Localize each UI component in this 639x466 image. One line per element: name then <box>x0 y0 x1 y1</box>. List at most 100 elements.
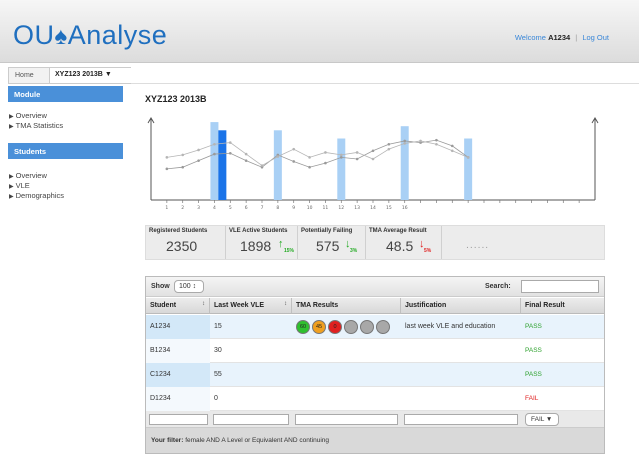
series-point <box>197 159 200 162</box>
justification-filter-input[interactable] <box>404 414 518 425</box>
sidebar-item-module-overview[interactable]: ▶ Overview <box>9 111 47 120</box>
justification <box>401 363 521 387</box>
series-point <box>355 157 359 161</box>
justification <box>401 339 521 363</box>
series-point <box>165 156 169 159</box>
final-result: PASS <box>525 323 542 330</box>
series-point <box>450 144 454 148</box>
sort-icon: ↕ <box>284 301 287 307</box>
tma-result-circle[interactable] <box>376 320 390 334</box>
logo-text-analyse: Analyse <box>67 20 168 50</box>
student-id: D1234 <box>146 387 210 411</box>
table-row[interactable]: B1234 30 PASS <box>146 339 604 363</box>
course-selector-label: XYZ123 2013B <box>55 71 103 78</box>
series-point <box>165 167 169 171</box>
course-selector[interactable]: XYZ123 2013B ▼ <box>49 68 132 83</box>
stat-value: 1898 <box>240 238 272 254</box>
series-point <box>435 138 438 142</box>
stat-label: VLE Active Students <box>229 228 288 234</box>
stat-value: 48.5 <box>386 238 414 254</box>
x-tick-label: 1 <box>165 205 168 211</box>
series-point <box>244 159 248 162</box>
ou-analyse-logo[interactable]: OU♠Analyse <box>13 20 167 51</box>
logout-link[interactable]: Log Out <box>582 33 609 42</box>
last-week-vle: 30 <box>214 347 222 354</box>
series-point <box>292 147 296 151</box>
more-stats[interactable]: ...... <box>466 241 489 251</box>
bar <box>210 122 219 200</box>
welcome-text: Welcome <box>514 33 546 42</box>
x-tick-label: 10 <box>307 205 313 211</box>
sidebar-item-tma-statistics[interactable]: ▶ TMA Statistics <box>9 121 63 130</box>
column-header-tma-results[interactable]: TMA Results <box>292 298 401 314</box>
series-point <box>324 151 327 154</box>
triangle-right-icon: ▶ <box>9 194 14 200</box>
series-point <box>181 165 185 169</box>
x-tick-label: 5 <box>229 205 232 211</box>
people-logo-icon: ♠ <box>54 23 68 50</box>
table-row[interactable]: A1234 15 60 45 0 last week VLE and educati… <box>146 315 604 339</box>
filter-row: FAIL ▼ <box>146 411 604 428</box>
last-week-vle: 15 <box>214 323 222 330</box>
series-point <box>450 149 454 153</box>
students-table: Show 100 ↕ Search: Student ↕ Last Week VL… <box>145 276 605 454</box>
series-point <box>324 161 327 165</box>
series-point <box>355 151 359 154</box>
sidebar-item-demographics[interactable]: ▶ Demographics <box>9 191 64 200</box>
vle-filter-input[interactable] <box>213 414 289 425</box>
x-tick-label: 11 <box>323 205 329 211</box>
column-header-student[interactable]: Student ↕ <box>146 298 210 314</box>
bar <box>464 138 473 200</box>
table-row[interactable]: C1234 55 PASS <box>146 363 604 387</box>
tma-result-circle[interactable] <box>344 320 358 334</box>
tma-result-circle[interactable] <box>360 320 374 334</box>
final-result-filter-select[interactable]: FAIL ▼ <box>525 413 559 426</box>
series-point <box>339 153 343 157</box>
stat-change: 15% <box>284 248 295 254</box>
series-point <box>308 165 311 169</box>
table-row[interactable]: D1234 0 FAIL <box>146 387 604 411</box>
column-header-justification[interactable]: Justification <box>401 298 521 314</box>
x-tick-label: 13 <box>354 205 360 211</box>
sidebar-item-students-overview[interactable]: ▶ Overview <box>9 171 47 180</box>
tma-result-circle[interactable]: 60 <box>296 320 310 334</box>
column-header-last-week-vle[interactable]: Last Week VLE ↕ <box>210 298 292 314</box>
page-size-select[interactable]: 100 ↕ <box>174 280 204 293</box>
triangle-right-icon: ▶ <box>9 114 14 120</box>
tma-result-circle[interactable]: 45 <box>312 320 326 334</box>
x-tick-label: 16 <box>402 205 408 211</box>
series-point <box>197 148 200 152</box>
x-tick-label: 9 <box>292 205 295 211</box>
search-label: Search: <box>485 283 511 290</box>
triangle-right-icon: ▶ <box>9 184 14 190</box>
tma-result-circle[interactable]: 0 <box>328 320 342 334</box>
student-id: A1234 <box>146 315 210 339</box>
header-label: TMA Results <box>296 302 339 309</box>
page-title: XYZ123 2013B <box>145 94 207 104</box>
search-input[interactable] <box>521 280 599 293</box>
stat-potentially-failing: Potentially Failing 575 ↓ 3% <box>298 226 366 259</box>
x-tick-label: 6 <box>245 205 248 211</box>
series-point <box>387 147 391 151</box>
sidebar-item-label: VLE <box>15 181 30 190</box>
breadcrumb-home[interactable]: Home <box>15 72 34 79</box>
welcome-area: Welcome A1234 | Log Out <box>515 33 609 42</box>
column-header-final-result[interactable]: Final Result <box>521 298 604 314</box>
x-tick-label: 8 <box>276 205 279 211</box>
arrow-up-icon: ↑ <box>278 238 284 250</box>
sidebar-item-vle[interactable]: ▶ VLE <box>9 181 30 190</box>
bar <box>273 130 282 200</box>
sidebar-students-heading: Students <box>8 143 123 159</box>
user-name: A1234 <box>548 33 571 42</box>
tma-filter-input[interactable] <box>295 414 398 425</box>
x-tick-label: 15 <box>386 205 392 211</box>
stat-vle-active-students: VLE Active Students 1898 ↑ 15% <box>226 226 298 259</box>
sidebar-module-heading: Module <box>8 86 123 102</box>
student-filter-input[interactable] <box>149 414 208 425</box>
student-id: C1234 <box>146 363 210 387</box>
final-result: PASS <box>525 347 542 354</box>
separator: | <box>575 33 578 42</box>
series-point <box>371 149 375 153</box>
stat-change: 3% <box>350 248 358 254</box>
stat-value: 575 <box>316 238 340 254</box>
